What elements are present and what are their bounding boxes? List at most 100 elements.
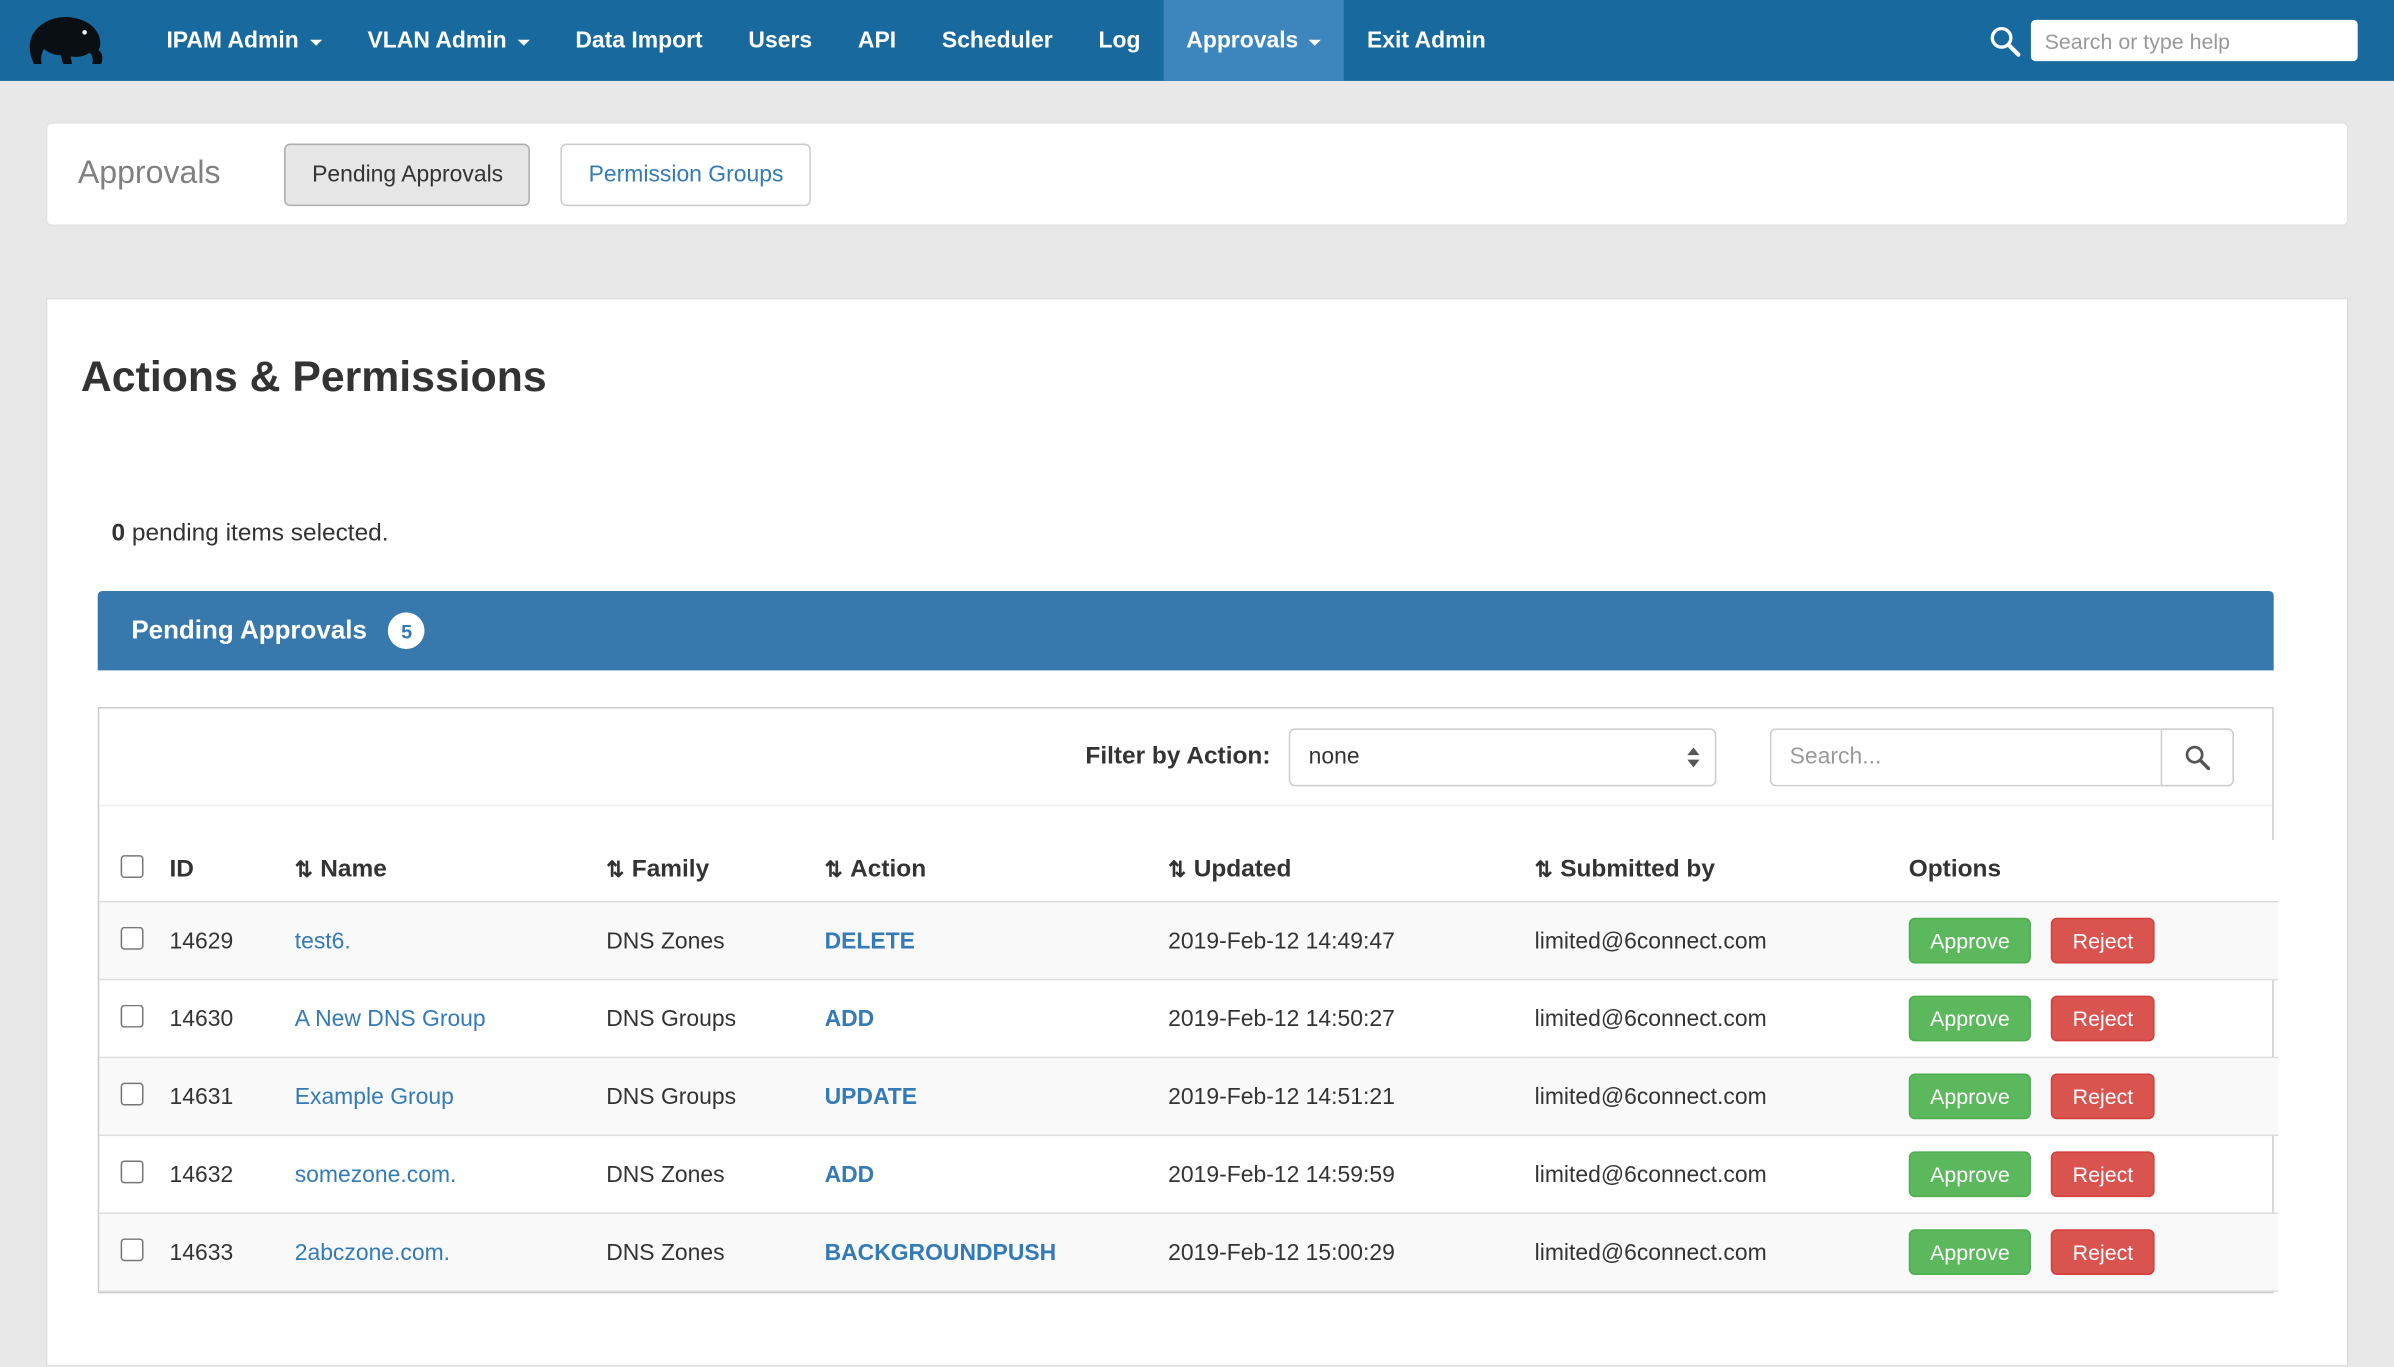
action-filter-select[interactable]: none <box>1289 728 1717 786</box>
nav-item-api[interactable]: API <box>835 0 919 81</box>
approve-button[interactable]: Approve <box>1909 1073 2031 1119</box>
nav-item-label: VLAN Admin <box>368 27 507 53</box>
nav-item-approvals[interactable]: Approvals <box>1163 0 1344 81</box>
approvals-subheader: Approvals Pending Approvals Permission G… <box>46 122 2349 226</box>
global-search-input[interactable] <box>2031 20 2358 61</box>
nav-item-vlan-admin[interactable]: VLAN Admin <box>345 0 553 81</box>
row-family: DNS Groups <box>594 1057 812 1135</box>
nav-item-label: Log <box>1098 27 1140 53</box>
reject-button[interactable]: Reject <box>2051 1151 2154 1197</box>
row-checkbox[interactable] <box>121 926 144 949</box>
count-badge: 5 <box>388 612 425 649</box>
main-panel: Actions & Permissions 0 pending items se… <box>46 298 2349 1367</box>
column-header-updated[interactable]: ⇅Updated <box>1156 840 1522 902</box>
row-name-link[interactable]: Example Group <box>295 1083 454 1109</box>
row-updated: 2019-Feb-12 15:00:29 <box>1156 1213 1522 1291</box>
selection-status: 0 pending items selected. <box>111 521 2316 548</box>
column-header-action[interactable]: ⇅Action <box>812 840 1156 902</box>
approve-button[interactable]: Approve <box>1909 996 2031 1042</box>
nav-menu: IPAM Admin VLAN Admin Data Import Users … <box>144 0 1509 81</box>
page: IPAM Admin VLAN Admin Data Import Users … <box>0 0 2394 1335</box>
nav-item-ipam-admin[interactable]: IPAM Admin <box>144 0 345 81</box>
top-navbar: IPAM Admin VLAN Admin Data Import Users … <box>0 0 2394 81</box>
row-submitted-by: limited@6connect.com <box>1522 902 1896 980</box>
table-search-input[interactable] <box>1770 728 2161 786</box>
row-family: DNS Zones <box>594 1213 812 1291</box>
table-row: 14633 2abczone.com. DNS Zones BACKGROUND… <box>99 1213 2278 1291</box>
approve-button[interactable]: Approve <box>1909 1229 2031 1275</box>
row-submitted-by: limited@6connect.com <box>1522 980 1896 1058</box>
row-submitted-by: limited@6connect.com <box>1522 1135 1896 1213</box>
approve-button[interactable]: Approve <box>1909 1151 2031 1197</box>
table-header-row: ID ⇅Name ⇅Family ⇅Action ⇅Updated ⇅Submi… <box>99 840 2278 902</box>
row-name-link[interactable]: A New DNS Group <box>295 1006 486 1032</box>
nav-item-label: Scheduler <box>942 27 1053 53</box>
row-name-link[interactable]: test6. <box>295 928 351 954</box>
row-submitted-by: limited@6connect.com <box>1522 1057 1896 1135</box>
nav-item-exit-admin[interactable]: Exit Admin <box>1344 0 1509 81</box>
elephant-logo-icon <box>21 10 110 71</box>
column-header-id: ID <box>157 840 282 902</box>
provision-logo[interactable] <box>21 0 110 81</box>
chevron-down-icon <box>1309 39 1321 45</box>
select-all-checkbox[interactable] <box>121 855 144 878</box>
sort-icon: ⇅ <box>1535 857 1553 881</box>
row-submitted-by: limited@6connect.com <box>1522 1213 1896 1291</box>
row-family: DNS Groups <box>594 980 812 1058</box>
row-action-link[interactable]: ADD <box>825 1161 875 1187</box>
reject-button[interactable]: Reject <box>2051 918 2154 964</box>
table-toolbar: Filter by Action: none <box>99 709 2272 807</box>
sort-icon: ⇅ <box>825 857 843 881</box>
column-header-family[interactable]: ⇅Family <box>594 840 812 902</box>
row-action-link[interactable]: UPDATE <box>825 1083 917 1109</box>
table-row: 14632 somezone.com. DNS Zones ADD 2019-F… <box>99 1135 2278 1213</box>
nav-item-log[interactable]: Log <box>1076 0 1164 81</box>
row-checkbox[interactable] <box>121 1238 144 1261</box>
row-updated: 2019-Feb-12 14:51:21 <box>1156 1057 1522 1135</box>
row-updated: 2019-Feb-12 14:50:27 <box>1156 980 1522 1058</box>
selected-count: 0 <box>111 521 125 547</box>
column-header-submitted-by[interactable]: ⇅Submitted by <box>1522 840 1896 902</box>
table-search-button[interactable] <box>2161 728 2234 786</box>
nav-item-label: Data Import <box>575 27 702 53</box>
approve-button[interactable]: Approve <box>1909 918 2031 964</box>
reject-button[interactable]: Reject <box>2051 1073 2154 1119</box>
section-title: Actions & Permissions <box>81 353 2317 402</box>
pending-approvals-table: ID ⇅Name ⇅Family ⇅Action ⇅Updated ⇅Submi… <box>99 840 2278 1292</box>
row-family: DNS Zones <box>594 902 812 980</box>
row-name-link[interactable]: 2abczone.com. <box>295 1239 450 1265</box>
approvals-table-card: Filter by Action: none <box>98 707 2274 1293</box>
search-icon <box>2184 743 2211 770</box>
nav-item-label: API <box>858 27 896 53</box>
selected-filter-value: none <box>1309 744 1360 770</box>
sort-icon: ⇅ <box>1168 857 1186 881</box>
nav-item-label: Approvals <box>1186 27 1298 53</box>
nav-item-users[interactable]: Users <box>726 0 835 81</box>
tab-permission-groups[interactable]: Permission Groups <box>561 143 811 206</box>
row-checkbox[interactable] <box>121 1004 144 1027</box>
row-id: 14631 <box>157 1057 282 1135</box>
table-row: 14629 test6. DNS Zones DELETE 2019-Feb-1… <box>99 902 2278 980</box>
row-action-link[interactable]: BACKGROUNDPUSH <box>825 1239 1057 1265</box>
row-id: 14632 <box>157 1135 282 1213</box>
row-checkbox[interactable] <box>121 1160 144 1183</box>
tab-pending-approvals[interactable]: Pending Approvals <box>285 143 531 206</box>
row-checkbox[interactable] <box>121 1082 144 1105</box>
nav-item-label: Users <box>748 27 812 53</box>
table-row: 14630 A New DNS Group DNS Groups ADD 201… <box>99 980 2278 1058</box>
selected-text: pending items selected. <box>132 521 389 547</box>
row-action-link[interactable]: DELETE <box>825 928 915 954</box>
sort-icon: ⇅ <box>295 857 313 881</box>
column-header-name[interactable]: ⇅Name <box>282 840 594 902</box>
table-search <box>1770 728 2234 786</box>
row-updated: 2019-Feb-12 14:59:59 <box>1156 1135 1522 1213</box>
reject-button[interactable]: Reject <box>2051 1229 2154 1275</box>
filter-by-action-label: Filter by Action: <box>1085 743 1270 770</box>
panel-title: Pending Approvals <box>131 615 367 646</box>
reject-button[interactable]: Reject <box>2051 996 2154 1042</box>
row-name-link[interactable]: somezone.com. <box>295 1161 457 1187</box>
nav-item-data-import[interactable]: Data Import <box>552 0 725 81</box>
row-updated: 2019-Feb-12 14:49:47 <box>1156 902 1522 980</box>
nav-item-scheduler[interactable]: Scheduler <box>919 0 1076 81</box>
row-action-link[interactable]: ADD <box>825 1006 875 1032</box>
